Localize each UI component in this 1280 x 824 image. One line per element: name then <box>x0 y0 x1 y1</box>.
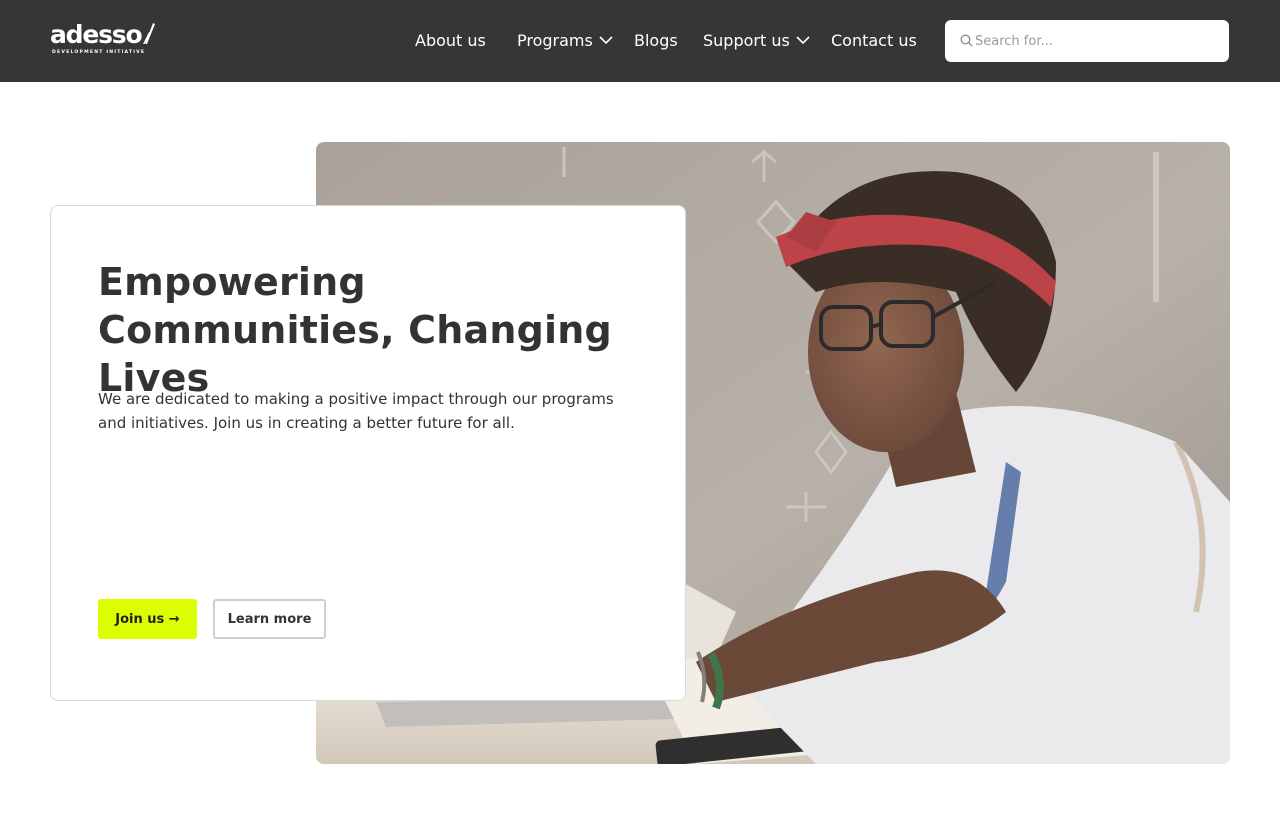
nav-blogs[interactable]: Blogs <box>634 30 678 52</box>
site-logo[interactable]: adesso DEVELOPMENT INITIATIVE <box>50 20 160 60</box>
nav-contact-us[interactable]: Contact us <box>831 30 917 52</box>
chevron-down-icon <box>599 36 613 45</box>
nav-programs[interactable]: Programs <box>517 30 613 52</box>
learn-more-button[interactable]: Learn more <box>213 599 326 639</box>
chevron-down-icon <box>796 36 810 45</box>
join-us-button[interactable]: Join us → <box>98 599 197 639</box>
search-icon <box>960 34 973 47</box>
hero-card: Empowering Communities, Changing Lives W… <box>50 205 686 701</box>
nav-support-us-label: Support us <box>703 31 790 50</box>
search-box[interactable] <box>945 20 1229 62</box>
nav-about-us[interactable]: About us <box>415 30 486 52</box>
logo-swoosh-icon <box>143 23 155 44</box>
nav-contact-us-label: Contact us <box>831 31 917 50</box>
nav-support-us[interactable]: Support us <box>703 30 810 52</box>
hero-title: Empowering Communities, Changing Lives <box>98 260 612 400</box>
nav-blogs-label: Blogs <box>634 31 678 50</box>
hero-description: We are dedicated to making a positive im… <box>98 390 614 432</box>
search-input[interactable] <box>975 20 1221 62</box>
logo-wordmark: adesso <box>50 20 143 49</box>
top-navigation-bar: adesso DEVELOPMENT INITIATIVE About us P… <box>0 0 1280 82</box>
nav-about-us-label: About us <box>415 31 486 50</box>
logo-subtitle: DEVELOPMENT INITIATIVE <box>52 50 146 55</box>
nav-programs-label: Programs <box>517 31 593 50</box>
